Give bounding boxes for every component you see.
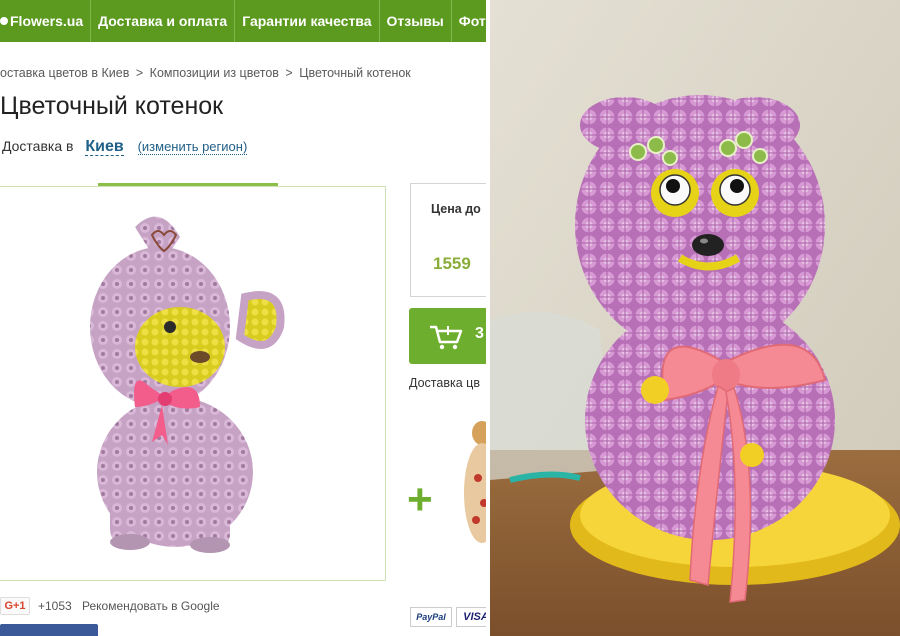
add-to-cart-button[interactable]: 3 [409, 308, 486, 364]
top-navigation-bar: Flowers.ua Доставка и оплата Гарантии ка… [0, 0, 486, 42]
breadcrumb-link-compositions[interactable]: Композиции из цветов [150, 66, 279, 80]
nav-item-guarantees[interactable]: Гарантии качества [235, 0, 380, 42]
social-and-payment-bar: G+1 +1053 Рекомендовать в Google PayPal … [0, 595, 486, 636]
price-box: Цена до 1559 [410, 183, 486, 297]
google-plus-button[interactable]: G+1 [0, 597, 30, 615]
delivery-label: Доставка в [2, 138, 74, 154]
addon-bear-thumbnail[interactable] [460, 408, 486, 558]
google-recommend-text: Рекомендовать в Google [82, 599, 220, 613]
nav-logo-label: Flowers.ua [10, 13, 84, 29]
nav-item-delivery[interactable]: Доставка и оплата [91, 0, 236, 42]
page-title: Цветочный котенок [0, 92, 224, 120]
visa-logo: VISA [456, 607, 486, 627]
breadcrumb-current: Цветочный котенок [299, 66, 411, 80]
facebook-button[interactable] [0, 624, 98, 636]
flower-kitten-photo [490, 0, 900, 636]
product-photo-kitten [90, 216, 285, 553]
price-value: 1559 [433, 254, 471, 273]
product-photo-frame[interactable] [0, 186, 386, 581]
delivery-region: Доставка в Киев (изменить регион) [2, 138, 248, 156]
paypal-logo: PayPal [410, 607, 452, 627]
nav-item-logo[interactable]: Flowers.ua [0, 0, 92, 42]
breadcrumb: оставка цветов в Киев > Композиции из цв… [0, 66, 411, 80]
cart-button-label: 3 [475, 325, 484, 342]
cart-icon [430, 325, 463, 350]
delivery-city-link[interactable]: Киев [85, 138, 124, 156]
nav-item-photos[interactable]: Фотоо [452, 0, 486, 42]
logo-icon [0, 17, 8, 25]
breadcrumb-separator: > [135, 66, 144, 80]
breadcrumb-link-delivery[interactable]: оставка цветов в Киев [0, 66, 129, 80]
change-region-text[interactable]: (изменить регион) [137, 139, 248, 155]
google-plus-count: +1053 [38, 599, 72, 613]
delivery-note: Доставка цв [409, 376, 480, 390]
nav-item-reviews[interactable]: Отзывы [380, 0, 452, 42]
real-photo-panel [490, 0, 900, 636]
website-screenshot-panel: Flowers.ua Доставка и оплата Гарантии ка… [0, 0, 486, 636]
plus-icon: + [407, 475, 433, 524]
price-label: Цена до [431, 202, 481, 216]
breadcrumb-separator: > [285, 66, 293, 80]
change-region-link[interactable]: (изменить регион) [137, 139, 248, 155]
